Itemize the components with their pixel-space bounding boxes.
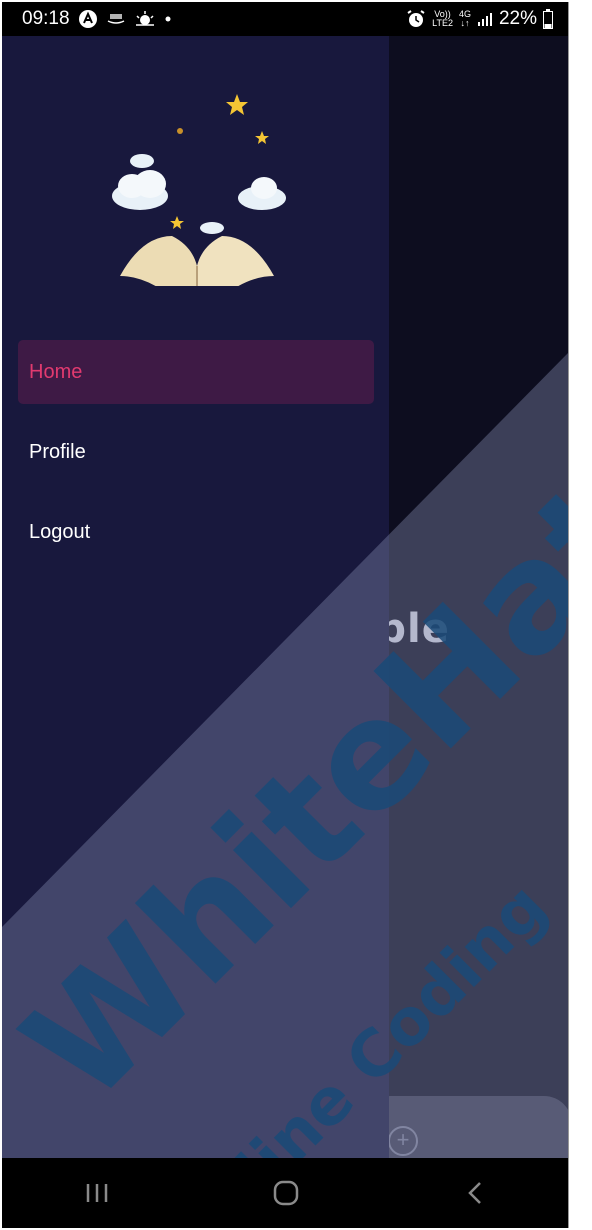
network-type: 4G ↓↑: [458, 9, 471, 28]
back-icon: [467, 1182, 481, 1204]
home-button[interactable]: [246, 1168, 326, 1218]
status-bar: 09:18 Vo)) LTE2 4G ↓↑ 22%: [2, 2, 568, 36]
battery-percent: 22%: [498, 8, 537, 29]
status-time: 09:18: [22, 8, 70, 29]
menu-item-profile[interactable]: Profile: [18, 420, 374, 484]
home-icon: [273, 1180, 298, 1206]
signal-icon: [477, 11, 493, 27]
amazon-notification-icon: [106, 11, 126, 27]
navigation-drawer: Home Profile Logout: [2, 36, 389, 1158]
app-notification-icon: [78, 9, 98, 29]
recents-icon: [86, 1184, 107, 1202]
recents-button[interactable]: [57, 1168, 137, 1218]
plus-icon: +: [388, 1126, 418, 1156]
battery-icon: [543, 9, 553, 29]
dot-icon: [164, 15, 172, 23]
app-logo: [102, 76, 292, 321]
phone-screen: 09:18 Vo)) LTE2 4G ↓↑ 22% + Home Profile…: [2, 2, 569, 1228]
alarm-icon: [406, 9, 426, 29]
menu-item-home[interactable]: Home: [18, 340, 374, 404]
menu-item-logout[interactable]: Logout: [18, 500, 374, 564]
back-button[interactable]: [435, 1168, 515, 1218]
volte-indicator: Vo)) LTE2: [432, 9, 453, 28]
drawer-menu: Home Profile Logout: [18, 340, 374, 580]
system-navigation-bar: [2, 1158, 568, 1228]
weather-icon: [134, 10, 156, 28]
